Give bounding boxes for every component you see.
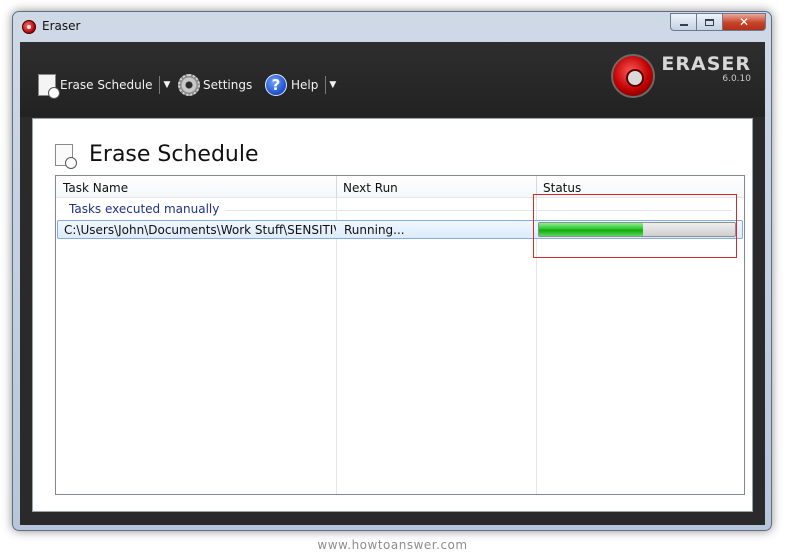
minimize-icon — [679, 24, 688, 26]
app-window: Eraser ✕ Erase Schedule ▼ Settings ? Hel… — [12, 11, 772, 552]
help-glyph: ? — [271, 76, 281, 94]
help-label: Help — [291, 78, 319, 92]
toolbar: Erase Schedule ▼ Settings ? Help ▼ ERASE… — [20, 42, 765, 117]
settings-label: Settings — [203, 78, 253, 92]
schedule-icon — [55, 143, 77, 169]
toolbar-separator — [325, 76, 327, 94]
erase-schedule-dropdown-icon[interactable]: ▼ — [163, 80, 170, 90]
column-separator[interactable] — [336, 176, 337, 198]
eraser-logo-icon — [611, 54, 656, 98]
next-run-cell: Running... — [344, 223, 405, 237]
window-title: Eraser — [42, 19, 81, 33]
erase-schedule-button[interactable]: Erase Schedule ▼ — [38, 74, 170, 99]
settings-button[interactable]: Settings — [178, 74, 252, 96]
eraser-app-icon — [22, 20, 36, 34]
help-icon: ? — [265, 74, 287, 96]
page-title: Erase Schedule — [89, 142, 259, 167]
page-header: Erase Schedule — [55, 142, 259, 169]
close-icon: ✕ — [738, 15, 750, 29]
help-button[interactable]: ? Help ▼ — [265, 74, 336, 96]
logo-version: 6.0.10 — [722, 74, 751, 84]
erase-schedule-label: Erase Schedule — [60, 78, 153, 92]
settings-gear-icon — [178, 74, 200, 96]
minimize-button[interactable] — [670, 13, 696, 31]
title-bar[interactable]: Eraser ✕ — [13, 12, 771, 42]
column-header-task-name[interactable]: Task Name — [63, 181, 128, 195]
logo-name: ERASER — [661, 53, 751, 75]
status-highlight-box — [533, 194, 737, 258]
schedule-icon — [38, 74, 60, 99]
client-area: Erase Schedule ▼ Settings ? Help ▼ ERASE… — [20, 42, 765, 552]
task-name-cell: C:\Users\John\Documents\Work Stuff\SENSI… — [64, 223, 336, 237]
toolbar-separator — [159, 76, 161, 94]
column-header-status[interactable]: Status — [543, 181, 581, 195]
eraser-logo: ERASER 6.0.10 — [611, 54, 751, 98]
close-button[interactable]: ✕ — [722, 13, 766, 31]
column-header-next-run[interactable]: Next Run — [343, 181, 398, 195]
help-dropdown-icon[interactable]: ▼ — [329, 80, 336, 90]
main-panel: Erase Schedule Task Name Next Run Status… — [32, 118, 753, 512]
maximize-icon — [705, 18, 714, 26]
group-label: Tasks executed manually — [69, 202, 226, 216]
watermark: www.howtoanswer.com — [317, 538, 468, 552]
window-controls: ✕ — [670, 13, 766, 31]
maximize-button[interactable] — [696, 13, 722, 31]
